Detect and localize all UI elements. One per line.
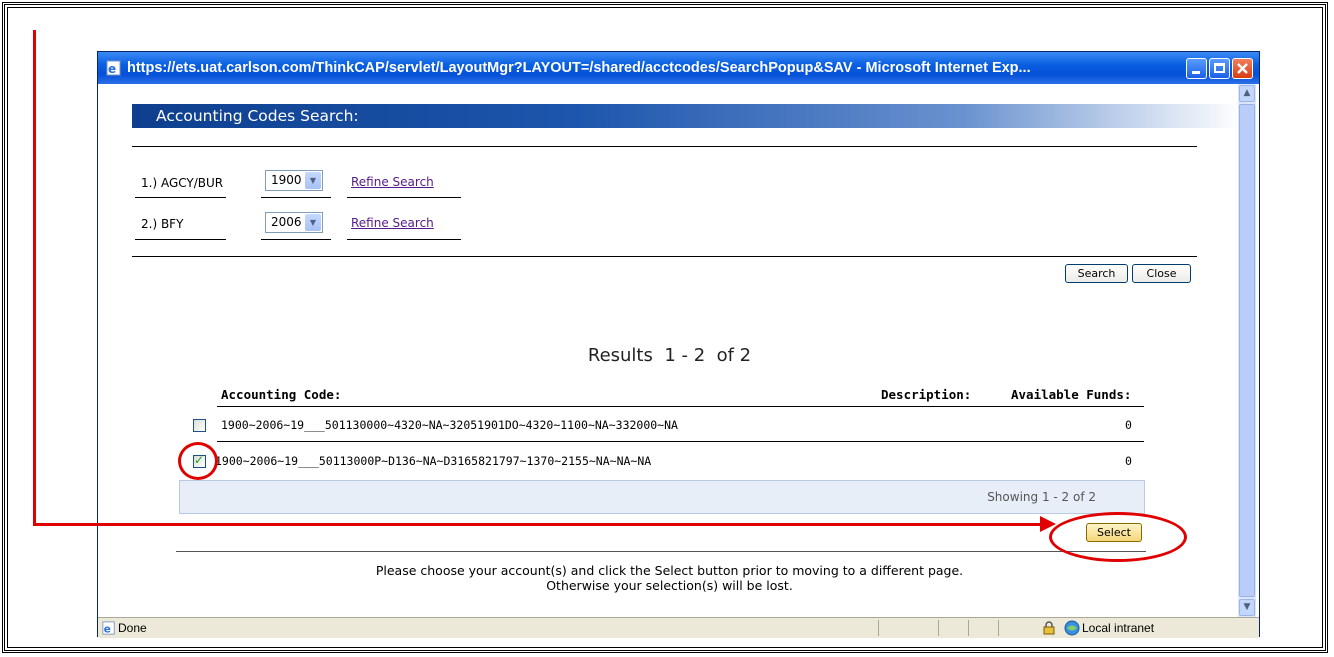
criteria-label-agcy: 1.) AGCY/BUR bbox=[141, 176, 224, 190]
table-footer: Showing 1 - 2 of 2 bbox=[179, 480, 1145, 514]
scroll-up-icon[interactable]: ▲ bbox=[1239, 85, 1255, 102]
column-header-code: Accounting Code: bbox=[221, 387, 342, 402]
minimize-icon bbox=[1192, 70, 1200, 74]
status-separator bbox=[968, 620, 969, 636]
agcy-select-value: 1900 bbox=[271, 173, 302, 187]
refine-search-link-bfy[interactable]: Refine Search bbox=[351, 216, 434, 230]
intranet-globe-icon bbox=[1064, 620, 1080, 636]
close-icon bbox=[1237, 62, 1248, 74]
svg-text:e: e bbox=[104, 623, 111, 635]
column-header-funds: Available Funds: bbox=[1011, 387, 1132, 402]
status-bar: e Done Local intranet bbox=[98, 617, 1259, 638]
maximize-icon bbox=[1214, 62, 1225, 73]
minimize-button[interactable] bbox=[1186, 57, 1207, 79]
showing-count: Showing 1 - 2 of 2 bbox=[987, 490, 1096, 504]
row-funds: 0 bbox=[1125, 454, 1132, 468]
annotation-arrow-line bbox=[33, 523, 1043, 526]
ie-page-icon: e bbox=[102, 621, 115, 635]
table-header-divider bbox=[217, 406, 1144, 407]
scroll-thumb[interactable] bbox=[1239, 104, 1255, 597]
close-button[interactable]: Close bbox=[1132, 264, 1191, 283]
divider bbox=[176, 551, 1146, 552]
criteria-underline bbox=[347, 239, 461, 240]
footer-note-line-2: Otherwise your selection(s) will be lost… bbox=[546, 578, 793, 593]
svg-text:e: e bbox=[108, 62, 116, 76]
search-button[interactable]: Search bbox=[1065, 264, 1128, 283]
lock-icon bbox=[1043, 621, 1055, 635]
status-separator bbox=[998, 620, 999, 636]
title-bar[interactable]: e https://ets.uat.carlson.com/ThinkCAP/s… bbox=[98, 52, 1259, 84]
row-code: 1900~2006~19___501130000~4320~NA~3205190… bbox=[221, 418, 678, 432]
status-separator bbox=[878, 620, 879, 636]
divider bbox=[132, 146, 1197, 147]
status-separator bbox=[938, 620, 939, 636]
bfy-select-value: 2006 bbox=[271, 215, 302, 229]
bfy-select[interactable]: 2006 ▼ bbox=[265, 212, 323, 233]
agcy-select[interactable]: 1900 ▼ bbox=[265, 170, 323, 191]
scroll-down-icon[interactable]: ▼ bbox=[1239, 599, 1255, 616]
annotation-arrow-line bbox=[33, 30, 36, 526]
annotation-circle-checkbox bbox=[178, 442, 218, 480]
ie-page-icon: e bbox=[106, 60, 121, 76]
window-title: https://ets.uat.carlson.com/ThinkCAP/ser… bbox=[127, 60, 1031, 76]
row-code: 1900~2006~19___50113000P~D136~NA~D316582… bbox=[215, 454, 652, 468]
criteria-underline bbox=[261, 197, 331, 198]
criteria-underline bbox=[347, 197, 461, 198]
table-row-divider bbox=[217, 441, 1144, 442]
divider bbox=[132, 256, 1197, 257]
criteria-label-bfy: 2.) BFY bbox=[141, 217, 184, 231]
row-checkbox[interactable] bbox=[193, 419, 206, 432]
page-header: Accounting Codes Search: bbox=[132, 104, 1238, 128]
footer-note: Please choose your account(s) and click … bbox=[101, 563, 1238, 593]
maximize-button[interactable] bbox=[1209, 57, 1230, 79]
status-text: Done bbox=[118, 621, 147, 635]
criteria-underline bbox=[135, 239, 226, 240]
footer-note-line-1: Please choose your account(s) and click … bbox=[375, 563, 964, 578]
criteria-underline bbox=[261, 239, 331, 240]
chevron-down-icon: ▼ bbox=[305, 172, 321, 189]
row-funds: 0 bbox=[1125, 418, 1132, 432]
column-header-description: Description: bbox=[881, 387, 972, 402]
annotation-circle-select bbox=[1049, 512, 1187, 562]
chevron-down-icon: ▼ bbox=[305, 214, 321, 231]
refine-search-link-agcy[interactable]: Refine Search bbox=[351, 175, 434, 189]
results-title: Results 1 - 2 of 2 bbox=[587, 345, 752, 366]
close-window-button[interactable] bbox=[1232, 57, 1253, 79]
vertical-scrollbar[interactable]: ▲ ▼ bbox=[1238, 84, 1256, 617]
zone-text: Local intranet bbox=[1082, 621, 1155, 635]
criteria-underline bbox=[135, 197, 226, 198]
